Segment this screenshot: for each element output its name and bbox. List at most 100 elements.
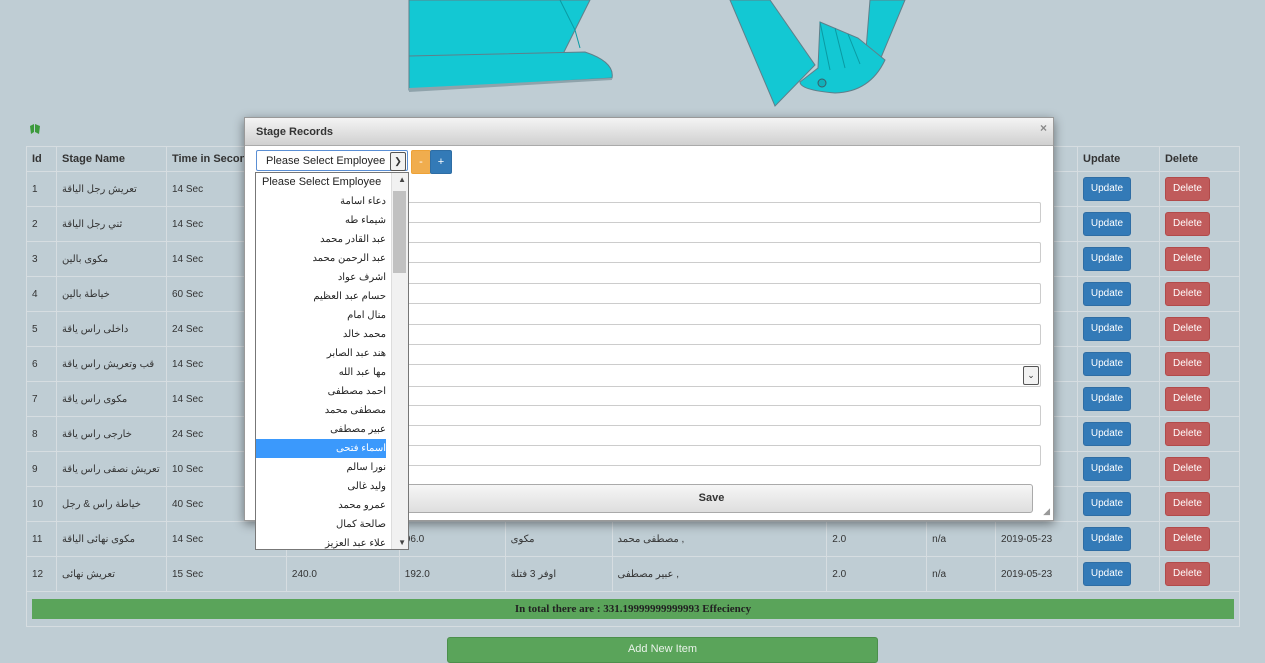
form-field-6[interactable] — [404, 445, 1041, 466]
delete-button[interactable]: Delete — [1164, 352, 1210, 376]
update-button[interactable]: Update — [1083, 352, 1131, 376]
update-button[interactable]: Update — [1083, 247, 1131, 271]
row-id: 12 — [26, 556, 57, 592]
employee-select-value: Please Select Employee — [266, 155, 386, 167]
close-icon[interactable]: × — [1040, 121, 1047, 135]
row-cell: 2.0 — [826, 556, 928, 592]
update-button[interactable]: Update — [1083, 282, 1131, 306]
dropdown-scrollbar[interactable]: ▲ ▼ — [391, 173, 408, 549]
table-row: 12 تعريش نهائى 15 Sec 240.0 192.0 اوفر 3 فتلة… — [26, 556, 1241, 592]
delete-button[interactable]: Delete — [1164, 282, 1210, 306]
save-button[interactable]: Save — [390, 484, 1033, 513]
dropdown-option[interactable]: Please Select Employee — [256, 173, 386, 192]
update-button[interactable]: Update — [1083, 562, 1131, 586]
banner-shape-right — [729, 0, 906, 107]
total-row: In total there are : 331.19999999999993 … — [26, 591, 1240, 627]
dropdown-option[interactable]: صالحة كمال — [256, 515, 386, 534]
dialog-header[interactable]: Stage Records × — [245, 118, 1053, 146]
update-button[interactable]: Update — [1083, 422, 1131, 446]
delete-button[interactable]: Delete — [1164, 457, 1210, 481]
update-button[interactable]: Update — [1083, 317, 1131, 341]
banner-illustration — [408, 0, 906, 107]
row-cell: مصطفى محمد , — [611, 521, 828, 557]
delete-button[interactable]: Delete — [1164, 562, 1210, 586]
table-row: 11 مكوى نهائى الياقة 14 Sec 06.0 مكوى مصطفى م… — [26, 521, 1241, 557]
resize-grip-icon[interactable]: ◢ — [1043, 506, 1050, 517]
form-field-5[interactable] — [404, 405, 1041, 426]
dropdown-option[interactable]: عبد القادر محمد — [256, 230, 386, 249]
chevron-up-icon[interactable]: ▲ — [398, 175, 406, 184]
row-stage-name: مكوى نهائى الياقة — [55, 521, 167, 557]
row-id: 8 — [26, 416, 57, 452]
row-id: 2 — [26, 206, 57, 242]
delete-button[interactable]: Delete — [1164, 247, 1210, 271]
dropdown-option[interactable]: عمرو محمد — [256, 496, 386, 515]
form-field-1[interactable] — [404, 202, 1041, 223]
delete-button[interactable]: Delete — [1164, 422, 1210, 446]
row-id: 4 — [26, 276, 57, 312]
delete-button[interactable]: Delete — [1164, 527, 1210, 551]
row-cell: 240.0 — [285, 556, 400, 592]
dropdown-items: Please Select Employee دعاء اسامة شيماء طه… — [256, 173, 408, 549]
scrollbar-thumb[interactable] — [393, 191, 406, 273]
dropdown-option[interactable]: وليد غالى — [256, 477, 386, 496]
row-time: 15 Sec — [165, 556, 287, 592]
row-id: 1 — [26, 171, 57, 207]
dropdown-option[interactable]: اسماء فتحى — [256, 439, 386, 458]
dropdown-option[interactable]: منال امام — [256, 306, 386, 325]
dropdown-option[interactable]: مها عبد الله — [256, 363, 386, 382]
col-header-update: Update — [1077, 146, 1160, 172]
delete-button[interactable]: Delete — [1164, 177, 1210, 201]
update-button[interactable]: Update — [1083, 387, 1131, 411]
row-id: 11 — [26, 521, 57, 557]
update-button[interactable]: Update — [1083, 212, 1131, 236]
chevron-down-icon[interactable]: ▼ — [398, 538, 406, 547]
dropdown-option[interactable]: شيماء طه — [256, 211, 386, 230]
employee-select[interactable]: Please Select Employee ❯ — [256, 150, 408, 171]
chevron-down-icon[interactable]: ❯ — [390, 152, 406, 171]
employee-dropdown-list[interactable]: Please Select Employee دعاء اسامة شيماء طه… — [255, 172, 409, 550]
dropdown-option[interactable]: دعاء اسامة — [256, 192, 386, 211]
delete-button[interactable]: Delete — [1164, 317, 1210, 341]
row-id: 5 — [26, 311, 57, 347]
update-button[interactable]: Update — [1083, 492, 1131, 516]
dropdown-option[interactable]: محمد خالد — [256, 325, 386, 344]
update-button[interactable]: Update — [1083, 527, 1131, 551]
row-stage-name: خارجى راس ياقة — [55, 416, 167, 452]
delete-button[interactable]: Delete — [1164, 212, 1210, 236]
row-id: 7 — [26, 381, 57, 417]
remove-employee-button[interactable]: - — [411, 150, 431, 174]
row-cell: 06.0 — [398, 521, 506, 557]
row-id: 3 — [26, 241, 57, 277]
row-stage-name: قب وتعريش راس ياقة — [55, 346, 167, 382]
dropdown-option[interactable]: حسام عبد العظيم — [256, 287, 386, 306]
col-header-stage-name: Stage Name — [55, 146, 167, 172]
dropdown-option[interactable]: نورا سالم — [256, 458, 386, 477]
refresh-icon[interactable] — [28, 122, 42, 136]
dropdown-option[interactable]: هند عبد الصابر — [256, 344, 386, 363]
form-field-3[interactable] — [404, 283, 1041, 304]
dropdown-option[interactable]: علاء عبد العزيز — [256, 534, 386, 549]
dropdown-option[interactable]: مصطفى محمد — [256, 401, 386, 420]
form-select-field[interactable]: ⌄ — [404, 364, 1041, 387]
row-id: 6 — [26, 346, 57, 382]
row-id: 10 — [26, 486, 57, 522]
add-new-item-button[interactable]: Add New Item — [447, 637, 878, 663]
chevron-down-icon[interactable]: ⌄ — [1023, 366, 1039, 385]
row-id: 9 — [26, 451, 57, 487]
add-employee-button[interactable]: + — [430, 150, 452, 174]
row-stage-name: ثني رجل الياقة — [55, 206, 167, 242]
row-cell: 2.0 — [826, 521, 928, 557]
dropdown-option[interactable]: اشرف عواد — [256, 268, 386, 287]
row-stage-name: تعريش نصفى راس ياقة — [55, 451, 167, 487]
update-button[interactable]: Update — [1083, 177, 1131, 201]
dropdown-option[interactable]: عبد الرحمن محمد — [256, 249, 386, 268]
delete-button[interactable]: Delete — [1164, 387, 1210, 411]
form-field-2[interactable] — [404, 242, 1041, 263]
dropdown-option[interactable]: عبير مصطفى — [256, 420, 386, 439]
update-button[interactable]: Update — [1083, 457, 1131, 481]
delete-button[interactable]: Delete — [1164, 492, 1210, 516]
total-efficiency-text: In total there are : 331.19999999999993 … — [32, 599, 1234, 619]
form-field-4[interactable] — [404, 324, 1041, 345]
dropdown-option[interactable]: احمد مصطفى — [256, 382, 386, 401]
